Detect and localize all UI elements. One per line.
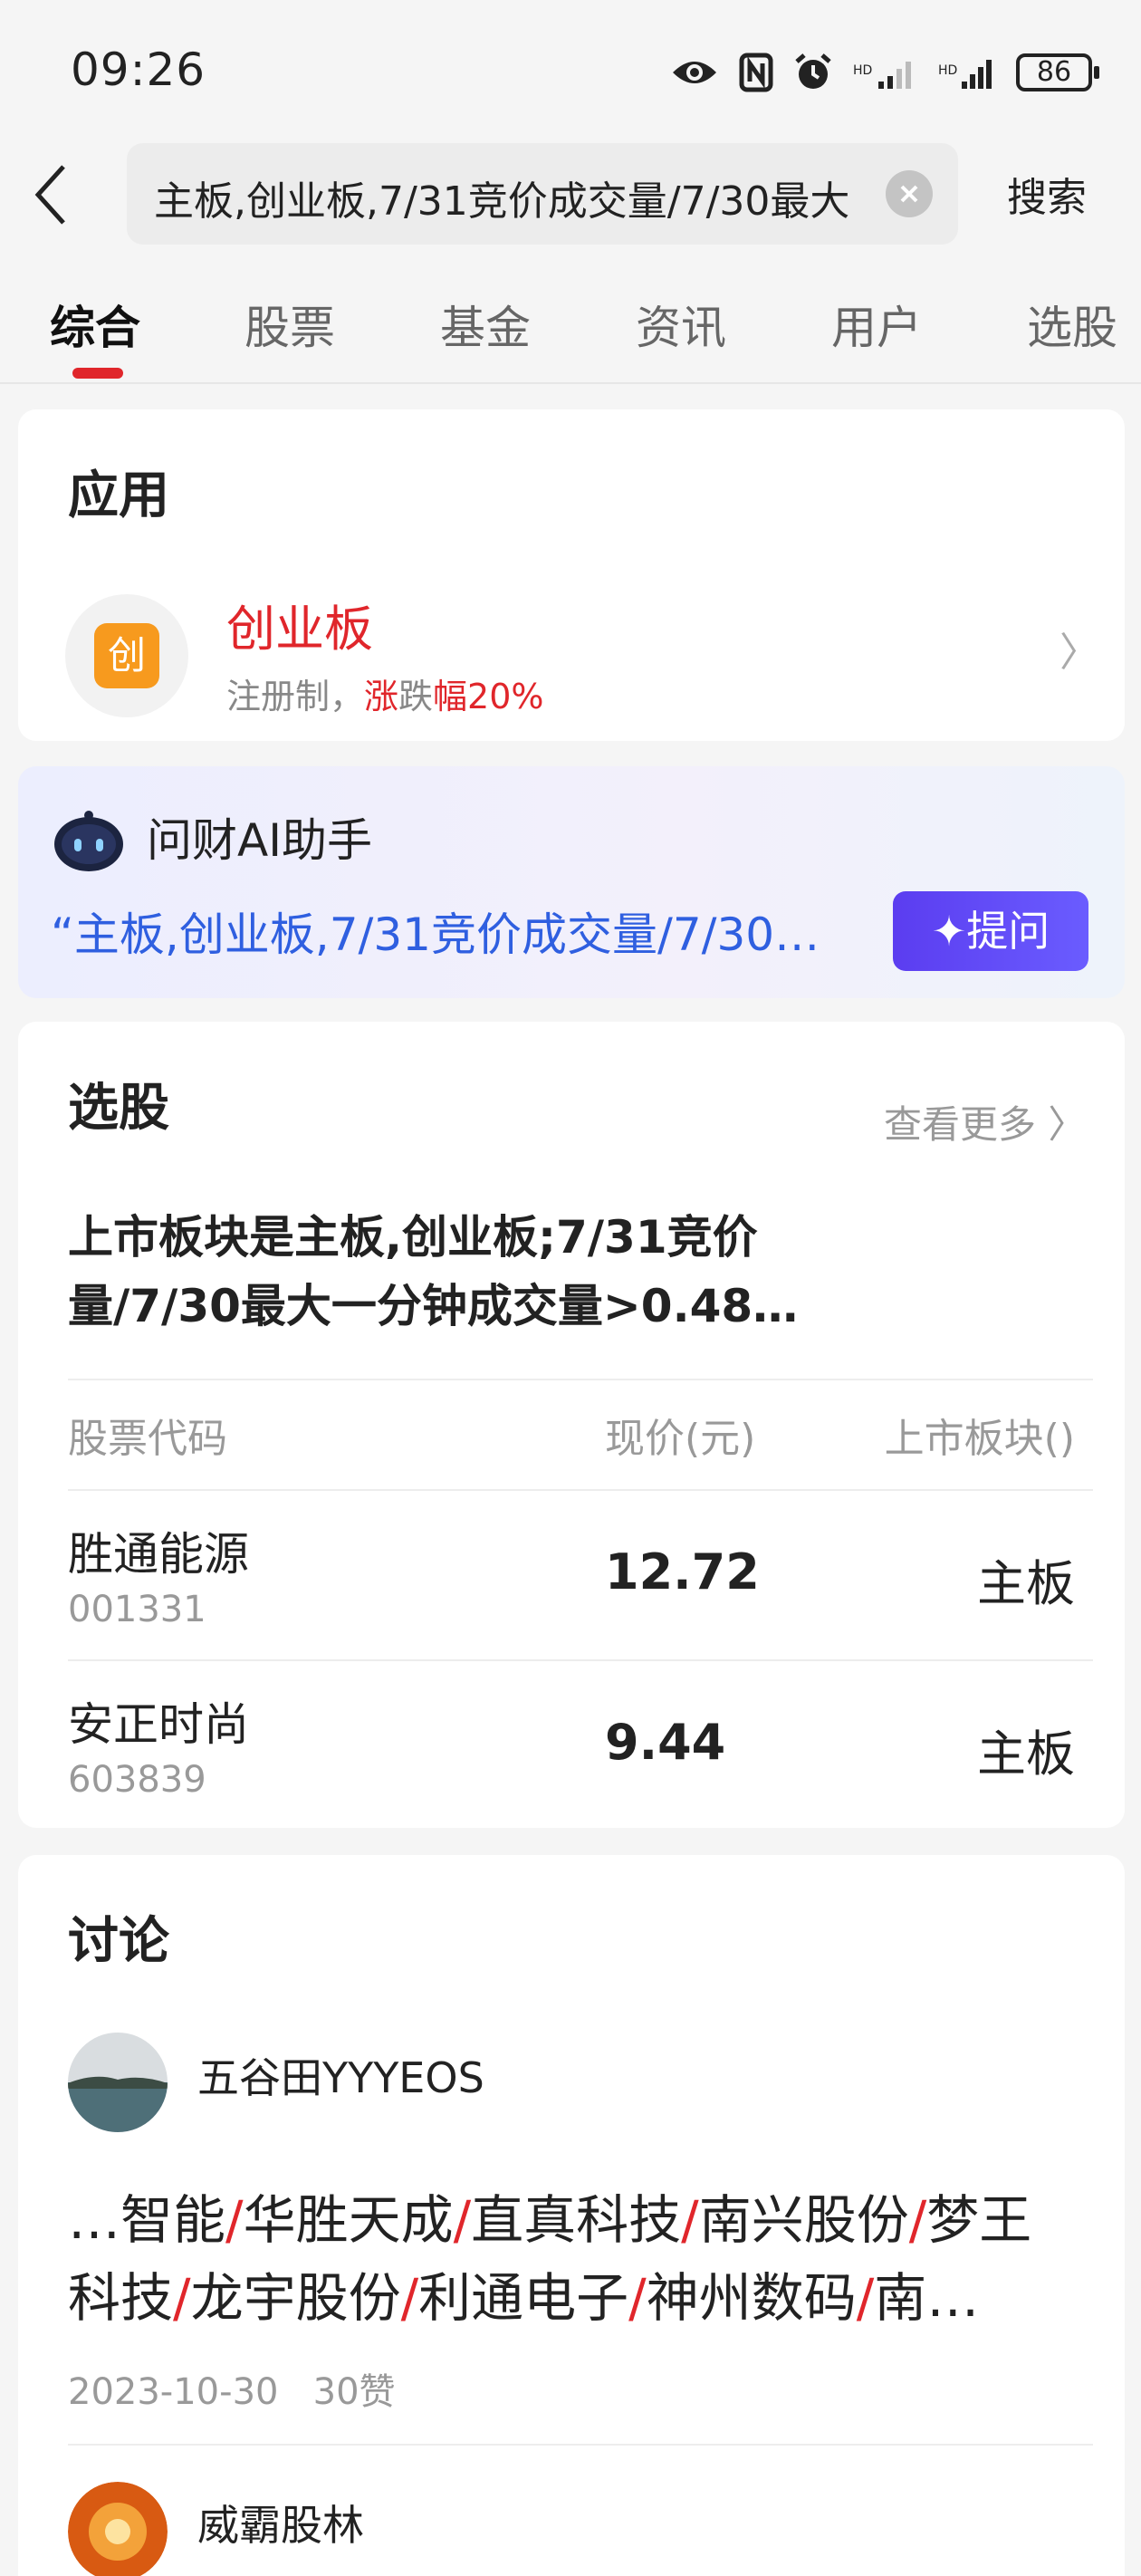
post-likes: 30赞 — [312, 2371, 396, 2413]
stock-code: 001331 — [68, 1589, 206, 1630]
app-desc-prefix: 注册制， — [226, 677, 365, 716]
separator: / — [400, 2267, 419, 2329]
avatar[interactable] — [68, 2033, 168, 2132]
tab-stocks[interactable]: 股票 — [244, 292, 335, 357]
tab-users[interactable]: 用户 — [831, 292, 922, 357]
discussion-card: 讨论 五谷田YYYEOS …智能/华胜天成/直真科技/南兴股份/梦王 科技/龙宇股… — [18, 1855, 1125, 2576]
post-item: 神州数码 — [646, 2267, 857, 2329]
separator: / — [681, 2189, 699, 2251]
alarm-icon — [795, 53, 831, 89]
status-time: 09:26 — [71, 43, 206, 96]
ai-suggested-query[interactable]: “主板,创业板,7/31竞价成交量/7/30… — [51, 899, 884, 964]
picker-condition[interactable]: 上市板块是主板,创业板;7/31竞价 量/7/30最大一分钟成交量>0.48… — [68, 1203, 1082, 1341]
nfc-icon — [739, 53, 773, 92]
divider — [68, 1379, 1093, 1380]
separator: / — [453, 2189, 472, 2251]
app-desc-red-2: 幅20% — [433, 677, 544, 716]
apps-card: 应用 创 创业板 注册制，涨跌幅20% 〉 — [18, 409, 1125, 741]
header-price: 现价(元) — [605, 1416, 756, 1462]
app-desc-mid: 跌 — [398, 677, 434, 716]
discussion-title: 讨论 — [68, 1912, 169, 1971]
apps-title: 应用 — [68, 466, 169, 525]
app-item-icon[interactable]: 创 — [65, 594, 188, 717]
tab-funds[interactable]: 基金 — [440, 292, 531, 357]
search-bar[interactable]: 主板,创业板,7/31竞价成交量/7/30最大 — [127, 143, 958, 245]
eye-icon — [673, 62, 716, 83]
separator: / — [628, 2267, 647, 2329]
signal-icon: HD — [938, 60, 992, 89]
stock-price: 12.72 — [605, 1543, 760, 1600]
post-content[interactable]: …智能/华胜天成/直真科技/南兴股份/梦王 科技/龙宇股份/利通电子/神州数码/南… — [68, 2181, 1091, 2337]
post-date: 2023-10-30 — [68, 2371, 279, 2413]
separator: / — [908, 2189, 927, 2251]
stock-board: 主板 — [977, 1555, 1075, 1612]
app-item-name[interactable]: 创业板 — [226, 589, 373, 660]
separator: / — [173, 2267, 191, 2329]
stock-picker-title: 选股 — [68, 1079, 169, 1138]
tab-news[interactable]: 资讯 — [636, 292, 726, 357]
search-input[interactable]: 主板,创业板,7/31竞价成交量/7/30最大 — [154, 168, 869, 226]
stock-code: 603839 — [68, 1759, 206, 1801]
post-item: 龙宇股份 — [190, 2267, 401, 2329]
post-meta: 2023-10-30 30赞 — [68, 2362, 396, 2415]
stock-name: 胜通能源 — [68, 1528, 249, 1581]
header-stock-code: 股票代码 — [68, 1416, 227, 1462]
stock-board: 主板 — [977, 1725, 1075, 1783]
post-item: 南兴股份 — [698, 2189, 909, 2251]
back-arrow-icon[interactable] — [33, 163, 69, 226]
ai-title: 问财AI助手 — [147, 814, 372, 867]
status-icons: HD HD 86 — [670, 45, 1099, 100]
ai-robot-icon — [54, 811, 123, 871]
ask-button[interactable]: ✦提问 — [893, 891, 1088, 971]
post-item: 直真科技 — [471, 2189, 682, 2251]
post-lead: … — [68, 2189, 120, 2251]
svg-text:HD: HD — [938, 63, 957, 78]
condition-line-1: 上市板块是主板,创业板;7/31竞价 — [68, 1211, 758, 1264]
post-author[interactable]: 威霸股林 — [197, 2493, 364, 2552]
search-button[interactable]: 搜索 — [1007, 165, 1087, 223]
tab-bar: 综合 股票 基金 资讯 用户 选股 — [0, 281, 1141, 380]
app-desc-red-1: 涨 — [364, 677, 399, 716]
chevron-right-icon: 〉 — [1048, 1102, 1087, 1147]
divider — [68, 2444, 1093, 2446]
header-board: 上市板块() — [884, 1416, 1075, 1462]
ask-label: 提问 — [966, 907, 1050, 956]
chinext-icon: 创 — [94, 623, 159, 688]
tab-overview[interactable]: 综合 — [50, 292, 140, 357]
chevron-right-icon[interactable]: 〉 — [1060, 620, 1099, 678]
signal-icon: HD — [853, 62, 911, 89]
ai-assistant-card: 问财AI助手 “主板,创业板,7/31竞价成交量/7/30… ✦提问 — [18, 766, 1125, 998]
sparkle-icon: ✦ — [931, 907, 967, 956]
divider — [0, 382, 1141, 384]
post-item: 利通电子 — [418, 2267, 629, 2329]
post-item: 科技 — [68, 2267, 174, 2329]
battery-level: 86 — [1036, 56, 1072, 88]
svg-text:HD: HD — [853, 63, 872, 78]
post-item: 华胜天成 — [243, 2189, 454, 2251]
table-row[interactable]: 安正时尚 603839 9.44 主板 — [18, 1661, 1125, 1828]
post-item: 南… — [874, 2267, 980, 2329]
post-item: 梦王 — [926, 2189, 1032, 2251]
avatar[interactable] — [68, 2482, 168, 2576]
active-tab-indicator — [72, 368, 123, 379]
stock-price: 9.44 — [605, 1714, 726, 1771]
stock-name: 安正时尚 — [68, 1698, 249, 1751]
view-more-label: 查看更多 — [884, 1102, 1037, 1147]
condition-line-2: 量/7/30最大一分钟成交量>0.48… — [68, 1280, 799, 1332]
view-more-link[interactable]: 查看更多 〉 — [884, 1094, 1086, 1149]
post-author[interactable]: 五谷田YYYEOS — [197, 2045, 484, 2105]
tab-stock-picker[interactable]: 选股 — [1027, 292, 1117, 357]
separator: / — [225, 2189, 244, 2251]
app-item-desc: 注册制，涨跌幅20% — [226, 668, 544, 718]
separator: / — [856, 2267, 875, 2329]
battery-icon: 86 — [1016, 53, 1099, 91]
stock-picker-card: 选股 查看更多 〉 上市板块是主板,创业板;7/31竞价 量/7/30最大一分钟… — [18, 1022, 1125, 1828]
table-row[interactable]: 胜通能源 001331 12.72 主板 — [18, 1491, 1125, 1659]
clear-icon[interactable] — [886, 170, 933, 217]
post-item: 智能 — [120, 2189, 226, 2251]
